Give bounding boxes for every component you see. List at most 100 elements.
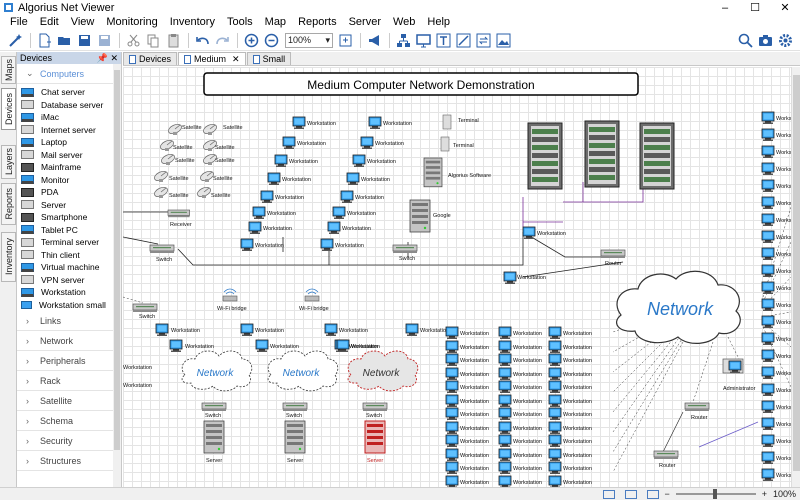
device-item[interactable]: Virtual machine — [17, 261, 121, 274]
receiver-node[interactable] — [167, 209, 191, 218]
satellite-node[interactable] — [159, 151, 177, 167]
network-cloud-large[interactable]: Network — [616, 270, 741, 344]
terminal-node[interactable] — [442, 114, 452, 130]
workstation-node[interactable] — [240, 238, 254, 252]
workstation-node[interactable] — [548, 421, 562, 435]
workstation-node[interactable] — [548, 367, 562, 381]
zoom-slider[interactable] — [675, 489, 756, 499]
workstation-node[interactable] — [498, 394, 512, 408]
tab-devices[interactable]: Devices — [123, 52, 178, 65]
zoom-out-small-icon[interactable]: − — [664, 489, 669, 499]
menu-monitoring[interactable]: Monitoring — [100, 15, 163, 29]
workstation-node[interactable] — [445, 326, 459, 340]
category-schema[interactable]: › Schema — [17, 411, 121, 431]
rack-node-3[interactable] — [639, 122, 675, 190]
paste-button[interactable] — [164, 31, 183, 50]
workstation-node[interactable] — [761, 213, 775, 227]
workstation-node[interactable] — [155, 323, 169, 337]
menu-inventory[interactable]: Inventory — [164, 15, 221, 29]
device-item[interactable]: Internet server — [17, 124, 121, 137]
workstation-node[interactable] — [761, 366, 775, 380]
device-item[interactable]: VPN server — [17, 274, 121, 287]
device-item[interactable]: Chat server — [17, 86, 121, 99]
workstation-node[interactable] — [340, 190, 354, 204]
workstation-node[interactable] — [255, 339, 269, 353]
undo-button[interactable] — [193, 31, 212, 50]
workstation-node[interactable] — [761, 434, 775, 448]
canvas-scroll-thumb[interactable] — [793, 75, 800, 471]
category-structures[interactable]: › Structures — [17, 451, 121, 471]
workstation-node[interactable] — [761, 230, 775, 244]
satellite-node[interactable] — [201, 121, 219, 137]
device-item[interactable]: Mail server — [17, 149, 121, 162]
workstation-node[interactable] — [346, 172, 360, 186]
menu-help[interactable]: Help — [421, 15, 456, 29]
menu-edit[interactable]: Edit — [34, 15, 65, 29]
network-cloud-3[interactable]: Network — [347, 350, 419, 392]
workstation-node[interactable] — [761, 332, 775, 346]
workstation-node[interactable] — [498, 340, 512, 354]
zoom-in-button[interactable] — [242, 31, 261, 50]
device-item[interactable]: iMac — [17, 111, 121, 124]
zoom-out-button[interactable] — [262, 31, 281, 50]
workstation-node[interactable] — [548, 407, 562, 421]
vtab-inventory[interactable]: Inventory — [1, 232, 16, 282]
close-panel-icon[interactable]: ✕ — [110, 53, 118, 63]
magic-wand-button[interactable] — [6, 31, 25, 50]
category-security[interactable]: › Security — [17, 431, 121, 451]
switch-node[interactable] — [282, 402, 308, 412]
workstation-node[interactable] — [169, 339, 183, 353]
workstation-node[interactable] — [368, 116, 382, 130]
workstation-node[interactable] — [445, 448, 459, 462]
workstation-node[interactable] — [352, 154, 366, 168]
canvas-vertical-scrollbar[interactable] — [791, 67, 800, 487]
device-item[interactable]: Terminal server — [17, 236, 121, 249]
wifi-bridge-node[interactable] — [222, 295, 238, 302]
wifi-bridge-node[interactable] — [304, 295, 320, 302]
workstation-node[interactable] — [324, 323, 338, 337]
workstation-node[interactable] — [327, 221, 341, 235]
satellite-node[interactable] — [195, 184, 213, 200]
close-button[interactable]: ✕ — [770, 0, 800, 15]
workstation-node[interactable] — [252, 206, 266, 220]
satellite-node[interactable] — [152, 168, 170, 184]
zoom-select[interactable]: 100% ▾ — [285, 32, 333, 48]
workstation-node[interactable] — [761, 196, 775, 210]
workstation-node[interactable] — [503, 271, 517, 285]
workstation-node[interactable] — [445, 407, 459, 421]
workstation-node[interactable] — [548, 380, 562, 394]
workstation-node[interactable] — [761, 400, 775, 414]
workstation-node[interactable] — [445, 380, 459, 394]
workstation-node[interactable] — [761, 162, 775, 176]
workstation-node[interactable] — [332, 206, 346, 220]
device-item[interactable]: Monitor — [17, 174, 121, 187]
maximize-button[interactable]: ☐ — [740, 0, 770, 15]
workstation-node[interactable] — [320, 238, 334, 252]
workstation-node[interactable] — [282, 136, 296, 150]
workstation-node[interactable] — [260, 190, 274, 204]
workstation-node[interactable] — [445, 461, 459, 475]
server-node[interactable] — [203, 420, 225, 454]
rack-node-2[interactable] — [584, 120, 620, 188]
workstation-node[interactable] — [761, 315, 775, 329]
switch-node[interactable] — [362, 402, 388, 412]
device-item[interactable]: PDA — [17, 186, 121, 199]
fit-window-icon[interactable] — [647, 489, 660, 499]
device-item[interactable]: Smartphone — [17, 211, 121, 224]
image-button[interactable] — [494, 31, 513, 50]
workstation-node[interactable] — [548, 353, 562, 367]
algorius-software-node[interactable] — [423, 157, 443, 188]
router-node[interactable] — [600, 249, 626, 259]
workstation-node[interactable] — [498, 380, 512, 394]
vtab-devices[interactable]: Devices — [1, 88, 16, 130]
switch-node[interactable] — [392, 244, 418, 254]
server-alert-node[interactable] — [364, 420, 386, 454]
copy-button[interactable] — [144, 31, 163, 50]
workstation-node[interactable] — [761, 383, 775, 397]
vtab-maps[interactable]: Maps — [1, 56, 16, 84]
workstation-node[interactable] — [761, 145, 775, 159]
workstation-node[interactable] — [498, 353, 512, 367]
workstation-node[interactable] — [445, 340, 459, 354]
menu-map[interactable]: Map — [259, 15, 292, 29]
menu-reports[interactable]: Reports — [292, 15, 343, 29]
